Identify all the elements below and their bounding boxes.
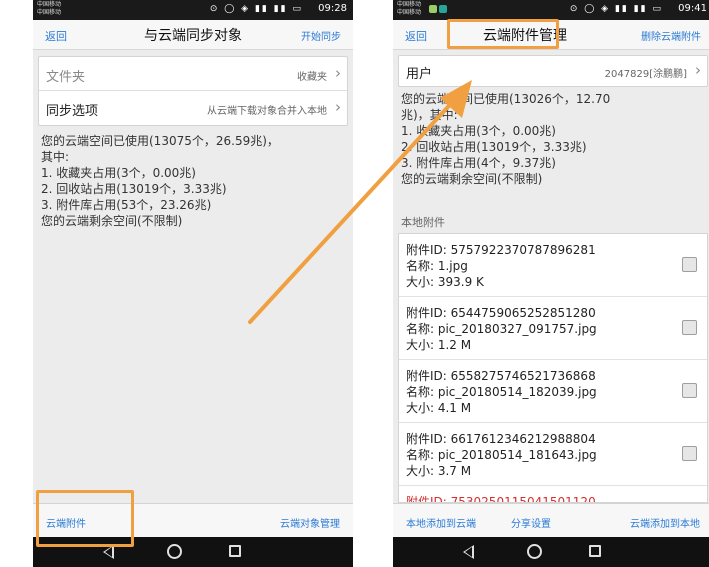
settings-card: 文件夹 收藏夹 › 同步选项 从云端下载对象合并入本地 › bbox=[38, 56, 348, 126]
cloud-add-to-local-button[interactable]: 云端添加到本地 bbox=[630, 515, 700, 530]
select-checkbox[interactable] bbox=[682, 446, 697, 461]
folder-label: 文件夹 bbox=[46, 70, 86, 85]
home-circle-icon[interactable] bbox=[527, 544, 542, 559]
status-time: 09:41 bbox=[678, 3, 707, 14]
status-bar: 中国移动 中国移动 ⊙ ◯ ◈ ▮▮ ▮▮ ▭ 09:28 bbox=[33, 0, 353, 20]
share-settings-button[interactable]: 分享设置 bbox=[511, 515, 551, 530]
select-checkbox[interactable] bbox=[682, 383, 697, 398]
right-phone-screen: 中国移动 中国移动 ⊙ ◯ ◈ ▮▮ ▮▮ ▭ 09:41 返回 云端附件管理 … bbox=[393, 0, 709, 567]
status-time: 09:28 bbox=[318, 3, 347, 14]
attachment-size: 大小: 3.7 M bbox=[406, 464, 472, 478]
attachment-id: 附件ID: 6617612346212988804 bbox=[406, 432, 596, 446]
attachment-size: 大小: 393.9 K bbox=[406, 275, 484, 289]
attachment-id: 附件ID: 6558275746521736868 bbox=[406, 369, 596, 383]
attachment-name: 名称: pic_20180327_091757.jpg bbox=[406, 322, 597, 336]
chevron-right-icon: › bbox=[335, 98, 341, 116]
attachment-size: 大小: 4.1 M bbox=[406, 401, 472, 415]
recent-apps-icon[interactable] bbox=[589, 545, 601, 557]
start-sync-button[interactable]: 开始同步 bbox=[301, 28, 341, 43]
highlight-box-title bbox=[447, 19, 559, 49]
cloud-object-manage-button[interactable]: 云端对象管理 bbox=[280, 515, 340, 530]
user-card: 用户 2047829[涂鹏鹏] › bbox=[398, 55, 708, 87]
user-label: 用户 bbox=[406, 67, 433, 82]
section-title: 本地附件 bbox=[401, 216, 445, 229]
storage-info: 您的云端空间已使用(13026个，12.70 兆)，其中: 1. 收藏夹占用(3… bbox=[401, 92, 611, 186]
recent-apps-icon[interactable] bbox=[229, 545, 241, 557]
chevron-right-icon: › bbox=[335, 64, 341, 82]
attachment-name: 名称: pic_20180514_182039.jpg bbox=[406, 385, 597, 399]
user-value: 2047829[涂鹏鹏] bbox=[604, 69, 687, 80]
local-add-to-cloud-button[interactable]: 本地添加到云端 bbox=[406, 515, 476, 530]
carrier-label: 中国移动 中国移动 bbox=[37, 1, 62, 16]
attachment-name: 名称: pic_20180514_181643.jpg bbox=[406, 448, 597, 462]
back-triangle-icon[interactable] bbox=[103, 545, 114, 559]
highlight-box-cloud-attachments bbox=[36, 490, 134, 547]
sync-options-label: 同步选项 bbox=[46, 104, 99, 119]
select-checkbox[interactable] bbox=[682, 320, 697, 335]
system-nav-bar bbox=[393, 537, 709, 567]
list-item[interactable]: 附件ID: 6544759065252851280 名称: pic_201803… bbox=[399, 297, 707, 360]
attachment-name: 名称: 1.jpg bbox=[406, 259, 468, 273]
sync-options-value: 从云端下载对象合并入本地 bbox=[207, 106, 327, 117]
user-row[interactable]: 用户 2047829[涂鹏鹏] › bbox=[399, 56, 707, 86]
delete-cloud-attachment-button[interactable]: 删除云端附件 bbox=[641, 28, 701, 43]
left-phone-screen: 中国移动 中国移动 ⊙ ◯ ◈ ▮▮ ▮▮ ▭ 09:28 返回 与云端同步对象… bbox=[33, 0, 353, 567]
attachment-id: 附件ID: 5757922370787896281 bbox=[406, 243, 596, 257]
attachment-list: 附件ID: 5757922370787896281 名称: 1.jpg 大小: … bbox=[398, 233, 708, 503]
nav-bar: 返回 与云端同步对象 开始同步 bbox=[33, 20, 353, 50]
home-circle-icon[interactable] bbox=[167, 544, 182, 559]
chevron-right-icon: › bbox=[695, 61, 701, 79]
select-checkbox[interactable] bbox=[682, 257, 697, 272]
attachment-id: 附件ID: 6544759065252851280 bbox=[406, 306, 596, 320]
list-item[interactable]: 附件ID: 6558275746521736868 名称: pic_201805… bbox=[399, 360, 707, 423]
list-item[interactable]: 附件ID: 7530250115041501120 bbox=[399, 486, 707, 503]
folder-row[interactable]: 文件夹 收藏夹 › bbox=[39, 57, 347, 91]
list-item[interactable]: 附件ID: 6617612346212988804 名称: pic_201805… bbox=[399, 423, 707, 486]
attachment-id: 附件ID: 7530250115041501120 bbox=[406, 495, 596, 503]
sync-options-row[interactable]: 同步选项 从云端下载对象合并入本地 › bbox=[39, 91, 347, 125]
status-bar: 中国移动 中国移动 ⊙ ◯ ◈ ▮▮ ▮▮ ▭ 09:41 bbox=[393, 0, 709, 20]
back-triangle-icon[interactable] bbox=[463, 545, 474, 559]
storage-info: 您的云端空间已使用(13075个，26.59兆)， 其中: 1. 收藏夹占用(3… bbox=[41, 134, 279, 228]
status-icons: ⊙ ◯ ◈ ▮▮ ▮▮ ▭ bbox=[209, 4, 303, 14]
bottom-toolbar: 本地添加到云端 分享设置 云端添加到本地 bbox=[393, 503, 709, 537]
notification-icon bbox=[439, 5, 447, 13]
attachment-size: 大小: 1.2 M bbox=[406, 338, 472, 352]
status-icons: ⊙ ◯ ◈ ▮▮ ▮▮ ▭ bbox=[569, 4, 663, 14]
carrier-label: 中国移动 中国移动 bbox=[397, 1, 422, 16]
notification-icon bbox=[429, 5, 437, 13]
list-item[interactable]: 附件ID: 5757922370787896281 名称: 1.jpg 大小: … bbox=[399, 234, 707, 297]
folder-value: 收藏夹 bbox=[297, 72, 327, 83]
